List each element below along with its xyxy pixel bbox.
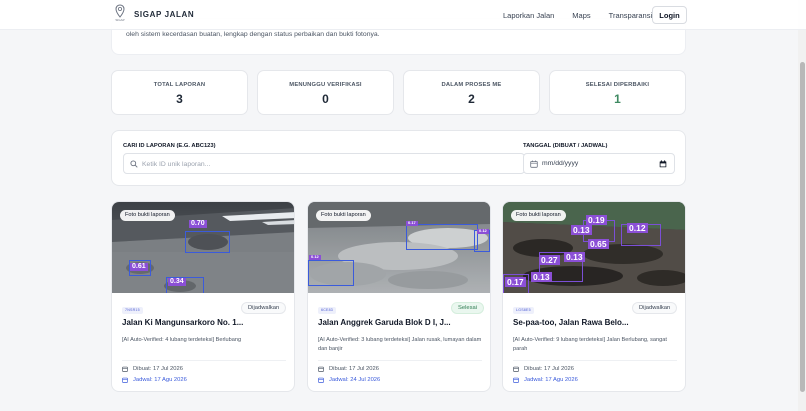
calendar-icon <box>122 366 128 372</box>
stat-label: SELESAI DIPERBAIKI <box>585 82 650 88</box>
report-description: [AI Auto-Verified: 9 lubang terdeteksi] … <box>513 337 667 352</box>
brand-logo: SIGAP <box>114 4 126 24</box>
intro-text: oleh sistem kecerdasan buatan, lengkap d… <box>126 31 380 38</box>
report-description: [AI Auto-Verified: 4 lubang terdeteksi] … <box>122 337 242 343</box>
photo-tag: Foto bukti laporan <box>511 210 566 221</box>
calendar-icon <box>318 366 324 372</box>
detection-score: 0.12 <box>477 228 489 234</box>
status-badge: Selesai <box>451 302 485 314</box>
detection-score: 0.19 <box>586 215 607 226</box>
page-scrollbar-thumb[interactable] <box>800 62 805 392</box>
nav-link-maps[interactable]: Maps <box>572 11 590 20</box>
report-description: [AI Auto-Verified: 3 lubang terdeteksi] … <box>318 337 482 352</box>
stat-value: 0 <box>322 92 329 106</box>
date-filter-value: mm/dd/yyyy <box>542 160 579 167</box>
photo-tag: Foto bukti laporan <box>120 210 175 221</box>
nav-link-laporkan-jalan[interactable]: Laporkan Jalan <box>503 11 554 20</box>
filter-card: CARI ID LAPORAN (E.G. ABC123) TANGGAL (D… <box>111 130 686 186</box>
report-photo[interactable]: 0.70 0.61 0.34 Foto bukti laporan <box>112 202 294 293</box>
stat-selesai-diperbaiki: SELESAI DIPERBAIKI 1 <box>549 70 686 115</box>
calendar-icon <box>513 366 519 372</box>
date-filter-input[interactable]: mm/dd/yyyy <box>523 153 675 174</box>
scheduled-date-text: Jadwal: 17 Agu 2026 <box>524 377 578 383</box>
scheduled-date: Jadwal: 17 Agu 2026 <box>122 377 187 383</box>
report-id-badge: 7NSR15 <box>122 307 143 314</box>
scheduled-date-text: Jadwal: 24 Jul 2026 <box>329 377 381 383</box>
map-pin-icon <box>115 4 125 18</box>
report-photo[interactable]: 0.17 0.12 0.12 Foto bukti laporan <box>308 202 490 293</box>
stat-value: 3 <box>176 92 183 106</box>
scheduled-date-text: Jadwal: 17 Agu 2026 <box>133 377 187 383</box>
created-date: Dibuat: 17 Jul 2026 <box>513 366 574 372</box>
brand-logo-text: SIGAP <box>115 18 125 22</box>
detection-score: 0.13 <box>531 272 552 283</box>
created-date-text: Dibuat: 17 Jul 2026 <box>524 366 574 372</box>
pothole-detection-box <box>406 224 478 250</box>
calendar-check-icon <box>122 377 128 383</box>
status-badge: Dijadwalkan <box>632 302 678 314</box>
calendar-picker-icon[interactable] <box>659 160 667 168</box>
detection-score: 0.12 <box>627 223 648 234</box>
stat-label: MENUNGGU VERIFIKASI <box>289 82 362 88</box>
search-label: CARI ID LAPORAN (E.G. ABC123) <box>123 143 216 149</box>
detection-score: 0.65 <box>588 239 609 250</box>
report-id-badge: LGS8E5 <box>513 307 534 314</box>
report-title[interactable]: Se-paa-too, Jalan Rawa Belo... <box>513 318 679 327</box>
detection-score: 0.17 <box>406 220 418 226</box>
divider <box>318 360 482 361</box>
search-icon <box>130 160 138 168</box>
created-date: Dibuat: 17 Jul 2026 <box>318 366 379 372</box>
stat-value: 1 <box>614 92 621 106</box>
detection-score: 0.17 <box>505 277 526 288</box>
top-navbar: SIGAP SIGAP JALAN Laporkan Jalan Maps Tr… <box>0 0 806 30</box>
main-nav: Laporkan Jalan Maps Transparansi <box>503 0 670 30</box>
calendar-icon <box>530 160 538 168</box>
report-title[interactable]: Jalan Anggrek Garuda Blok D I, J... <box>318 318 484 327</box>
stat-label: DALAM PROSES ME <box>441 82 502 88</box>
scheduled-date: Jadwal: 17 Agu 2026 <box>513 377 578 383</box>
report-card[interactable]: 0.17 0.12 0.12 Foto bukti laporan 6CE83 … <box>307 201 491 392</box>
report-card[interactable]: 0.19 0.13 0.12 0.65 0.27 0.13 0.13 0.17 … <box>502 201 686 392</box>
photo-tag: Foto bukti laporan <box>316 210 371 221</box>
created-date: Dibuat: 17 Jul 2026 <box>122 366 183 372</box>
detection-score: 0.34 <box>168 278 186 287</box>
login-button[interactable]: Login <box>652 6 687 24</box>
pothole-detection-box <box>185 231 230 253</box>
calendar-check-icon <box>318 377 324 383</box>
report-title[interactable]: Jalan Ki Mangunsarkoro No. 1... <box>122 318 288 327</box>
report-id-badge: 6CE83 <box>318 307 336 314</box>
date-filter-label: TANGGAL (DIBUAT / JADWAL) <box>523 143 608 149</box>
created-date-text: Dibuat: 17 Jul 2026 <box>329 366 379 372</box>
report-card[interactable]: 0.70 0.61 0.34 Foto bukti laporan 7NSR15… <box>111 201 295 392</box>
detection-score: 0.12 <box>309 254 321 260</box>
stat-label: TOTAL LAPORAN <box>153 82 206 88</box>
detection-score: 0.13 <box>564 252 585 263</box>
detection-score: 0.61 <box>130 263 148 272</box>
detection-score: 0.13 <box>571 225 592 236</box>
brand-name: SIGAP JALAN <box>134 9 195 19</box>
calendar-check-icon <box>513 377 519 383</box>
search-box[interactable] <box>123 153 525 174</box>
nav-link-transparansi[interactable]: Transparansi <box>609 11 653 20</box>
divider <box>122 360 286 361</box>
stat-value: 2 <box>468 92 475 106</box>
status-badge: Dijadwalkan <box>241 302 287 314</box>
pothole-detection-box <box>308 260 354 286</box>
scheduled-date: Jadwal: 24 Jul 2026 <box>318 377 380 383</box>
divider <box>513 360 677 361</box>
stat-dalam-proses: DALAM PROSES ME 2 <box>403 70 540 115</box>
created-date-text: Dibuat: 17 Jul 2026 <box>133 366 183 372</box>
brand[interactable]: SIGAP SIGAP JALAN <box>114 4 194 24</box>
stat-menunggu-verifikasi: MENUNGGU VERIFIKASI 0 <box>257 70 394 115</box>
detection-score: 0.70 <box>189 220 207 229</box>
report-photo[interactable]: 0.19 0.13 0.12 0.65 0.27 0.13 0.13 0.17 … <box>503 202 685 293</box>
stat-total-laporan: TOTAL LAPORAN 3 <box>111 70 248 115</box>
detection-score: 0.27 <box>539 255 560 266</box>
search-input[interactable] <box>142 157 512 171</box>
